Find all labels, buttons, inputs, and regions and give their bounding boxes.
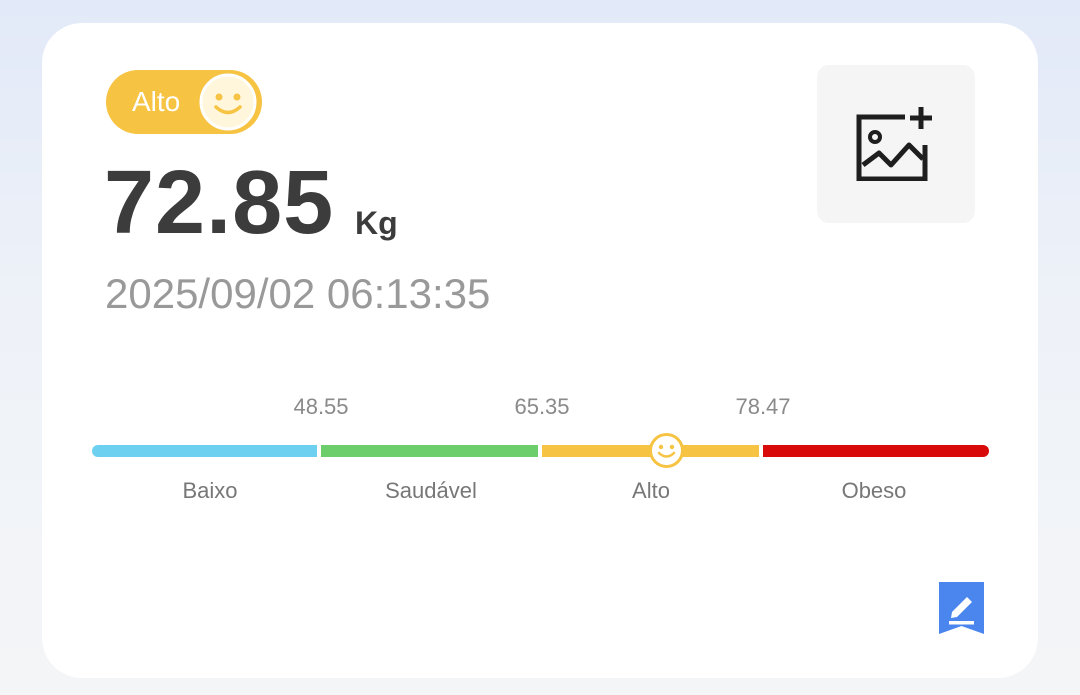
add-photo-button[interactable]	[817, 65, 975, 223]
category-label-low: Baixo	[182, 478, 238, 503]
smiley-face-icon	[199, 73, 257, 131]
measurement-timestamp: 2025/09/02 06:13:35	[105, 270, 491, 317]
scale-segment-healthy	[321, 445, 538, 457]
threshold-healthy-high: 65.35	[514, 394, 570, 419]
scale-marker-smiley-icon	[649, 433, 684, 468]
weight-card: Alto 72.85 Kg 2025/09/02 06:13:35 48.55 …	[42, 23, 1038, 678]
threshold-low-healthy: 48.55	[293, 394, 349, 419]
edit-button[interactable]	[939, 582, 984, 634]
status-badge-label: Alto	[132, 86, 181, 117]
scale-segment-low	[92, 445, 317, 457]
category-label-high: Alto	[632, 478, 670, 503]
threshold-high-obese: 78.47	[735, 394, 791, 419]
weight-unit: Kg	[355, 205, 398, 241]
category-label-healthy: Saudável	[385, 478, 477, 503]
scale-segment-obese	[763, 445, 989, 457]
weight-value: 72.85	[104, 153, 335, 253]
status-badge: Alto	[106, 70, 262, 134]
weight-scale-bar	[92, 445, 989, 457]
category-label-obese: Obeso	[841, 478, 907, 503]
add-image-icon	[856, 107, 932, 181]
